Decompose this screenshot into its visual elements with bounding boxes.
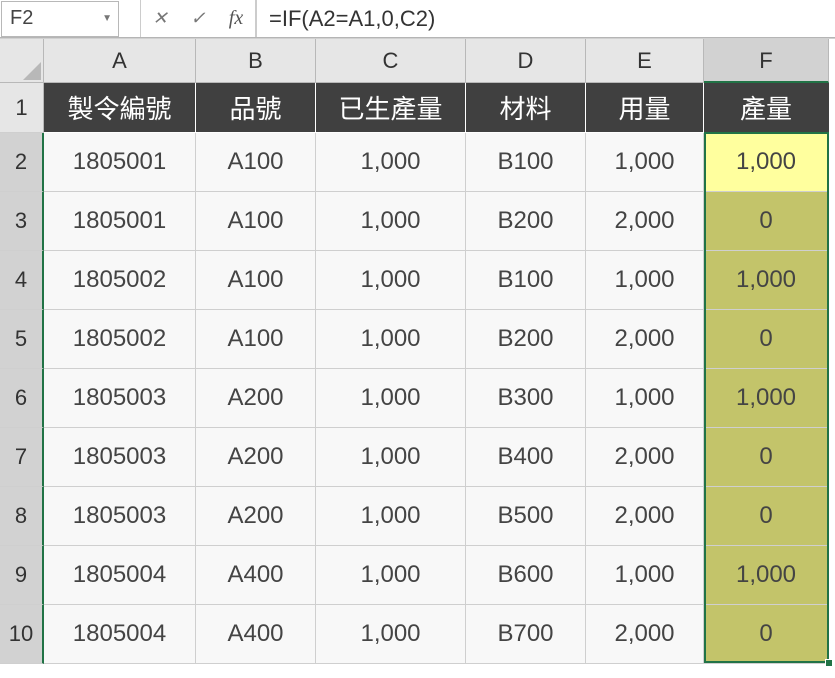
cell-C2[interactable]: 1,000	[316, 133, 466, 192]
col-header-E[interactable]: E	[586, 39, 704, 83]
row-header-9[interactable]: 9	[0, 546, 44, 605]
formula-text: =IF(A2=A1,0,C2)	[269, 6, 435, 32]
cell-F4[interactable]: 1,000	[704, 251, 829, 310]
header-cell[interactable]: 產量	[704, 83, 829, 133]
cancel-icon[interactable]: ✕	[147, 6, 173, 32]
formula-input[interactable]: =IF(A2=A1,0,C2)	[256, 0, 835, 37]
row-header-2[interactable]: 2	[0, 133, 44, 192]
formula-bar: F2 ▼ ✕ ✓ fx =IF(A2=A1,0,C2)	[0, 0, 835, 38]
cell-B10[interactable]: A400	[196, 605, 316, 664]
cell-D3[interactable]: B200	[466, 192, 586, 251]
cell-D5[interactable]: B200	[466, 310, 586, 369]
cell-F8[interactable]: 0	[704, 487, 829, 546]
row-header-7[interactable]: 7	[0, 428, 44, 487]
col-header-C[interactable]: C	[316, 39, 466, 83]
cell-D2[interactable]: B100	[466, 133, 586, 192]
cell-C4[interactable]: 1,000	[316, 251, 466, 310]
cell-B3[interactable]: A100	[196, 192, 316, 251]
select-all-corner[interactable]	[0, 39, 44, 83]
cell-E9[interactable]: 1,000	[586, 546, 704, 605]
col-header-A[interactable]: A	[44, 39, 196, 83]
cell-F5[interactable]: 0	[704, 310, 829, 369]
fill-handle[interactable]	[825, 659, 833, 667]
cell-E3[interactable]: 2,000	[586, 192, 704, 251]
name-box[interactable]: F2 ▼	[1, 1, 119, 37]
cell-B9[interactable]: A400	[196, 546, 316, 605]
header-cell[interactable]: 品號	[196, 83, 316, 133]
row-header-10[interactable]: 10	[0, 605, 44, 664]
cell-A2[interactable]: 1805001	[44, 133, 196, 192]
row-header-8[interactable]: 8	[0, 487, 44, 546]
cell-F7[interactable]: 0	[704, 428, 829, 487]
cell-C6[interactable]: 1,000	[316, 369, 466, 428]
cell-A5[interactable]: 1805002	[44, 310, 196, 369]
col-header-F[interactable]: F	[704, 39, 829, 83]
cell-E10[interactable]: 2,000	[586, 605, 704, 664]
row-header-4[interactable]: 4	[0, 251, 44, 310]
cell-E8[interactable]: 2,000	[586, 487, 704, 546]
cell-E6[interactable]: 1,000	[586, 369, 704, 428]
cell-C7[interactable]: 1,000	[316, 428, 466, 487]
cell-B8[interactable]: A200	[196, 487, 316, 546]
header-cell[interactable]: 材料	[466, 83, 586, 133]
cell-C8[interactable]: 1,000	[316, 487, 466, 546]
cell-B7[interactable]: A200	[196, 428, 316, 487]
col-header-D[interactable]: D	[466, 39, 586, 83]
header-cell[interactable]: 用量	[586, 83, 704, 133]
cell-F2[interactable]: 1,000	[704, 133, 829, 192]
cell-B2[interactable]: A100	[196, 133, 316, 192]
row-header-6[interactable]: 6	[0, 369, 44, 428]
cell-D9[interactable]: B600	[466, 546, 586, 605]
cell-C9[interactable]: 1,000	[316, 546, 466, 605]
cell-B5[interactable]: A100	[196, 310, 316, 369]
cell-A8[interactable]: 1805003	[44, 487, 196, 546]
cell-E4[interactable]: 1,000	[586, 251, 704, 310]
row-header-3[interactable]: 3	[0, 192, 44, 251]
header-cell[interactable]: 製令編號	[44, 83, 196, 133]
cell-D6[interactable]: B300	[466, 369, 586, 428]
enter-icon[interactable]: ✓	[185, 6, 211, 32]
sheet-container: A B C D E F 1 製令編號 品號 已生產量 材料 用量 產量 2 18…	[0, 38, 835, 664]
cell-A6[interactable]: 1805003	[44, 369, 196, 428]
cell-F9[interactable]: 1,000	[704, 546, 829, 605]
cell-A7[interactable]: 1805003	[44, 428, 196, 487]
cell-C3[interactable]: 1,000	[316, 192, 466, 251]
cell-D7[interactable]: B400	[466, 428, 586, 487]
cell-A3[interactable]: 1805001	[44, 192, 196, 251]
cell-D4[interactable]: B100	[466, 251, 586, 310]
col-header-B[interactable]: B	[196, 39, 316, 83]
fx-icon[interactable]: fx	[223, 6, 249, 32]
cell-E7[interactable]: 2,000	[586, 428, 704, 487]
cell-A10[interactable]: 1805004	[44, 605, 196, 664]
cell-D10[interactable]: B700	[466, 605, 586, 664]
dropdown-icon[interactable]: ▼	[102, 13, 112, 24]
cell-E2[interactable]: 1,000	[586, 133, 704, 192]
cell-A9[interactable]: 1805004	[44, 546, 196, 605]
name-box-value: F2	[10, 7, 33, 30]
cell-E5[interactable]: 2,000	[586, 310, 704, 369]
row-header-5[interactable]: 5	[0, 310, 44, 369]
cell-F10[interactable]: 0	[704, 605, 829, 664]
cell-D8[interactable]: B500	[466, 487, 586, 546]
cell-F3[interactable]: 0	[704, 192, 829, 251]
cell-B6[interactable]: A200	[196, 369, 316, 428]
cell-C5[interactable]: 1,000	[316, 310, 466, 369]
header-cell[interactable]: 已生產量	[316, 83, 466, 133]
spreadsheet[interactable]: A B C D E F 1 製令編號 品號 已生產量 材料 用量 產量 2 18…	[0, 38, 835, 664]
formula-buttons: ✕ ✓ fx	[140, 0, 256, 37]
cell-F6[interactable]: 1,000	[704, 369, 829, 428]
row-header-1[interactable]: 1	[0, 83, 44, 133]
cell-C10[interactable]: 1,000	[316, 605, 466, 664]
cell-B4[interactable]: A100	[196, 251, 316, 310]
cell-A4[interactable]: 1805002	[44, 251, 196, 310]
